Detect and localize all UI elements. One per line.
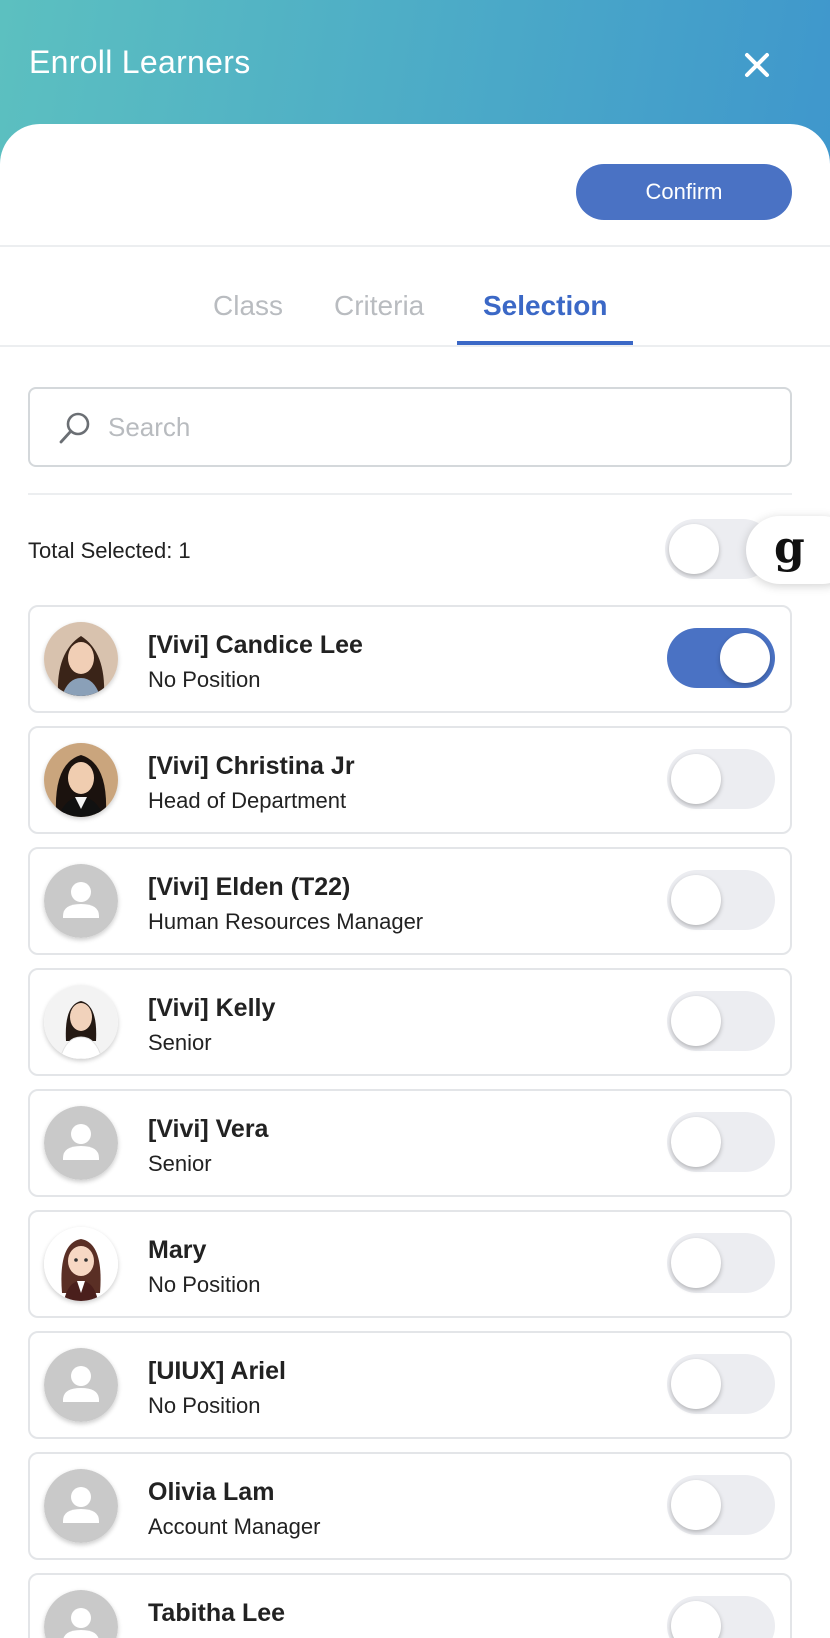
learner-position: Account Manager	[148, 1514, 321, 1539]
learner-card: Mary No Position	[28, 1210, 792, 1318]
learner-name: [Vivi] Elden (T22)	[148, 873, 351, 901]
total-selected-label: Total Selected: 1	[28, 538, 191, 563]
default-avatar-icon	[44, 1348, 118, 1422]
learner-name: [Vivi] Christina Jr	[148, 752, 355, 780]
learner-position: No Position	[148, 1393, 261, 1418]
learner-name: [Vivi] Candice Lee	[148, 631, 363, 659]
learner-position: No Position	[148, 1272, 261, 1297]
select-toggle-vivi-elden-t22[interactable]	[667, 870, 775, 930]
learner-list: [Vivi] Candice Lee No Position [Vivi] Chri…	[28, 605, 792, 1638]
learner-card: [Vivi] Vera Senior	[28, 1089, 792, 1197]
learner-name: [Vivi] Vera	[148, 1115, 269, 1143]
learner-card: Tabitha Lee	[28, 1573, 792, 1638]
tab-class[interactable]: Class	[213, 290, 283, 322]
select-toggle-uiux-ariel[interactable]	[667, 1354, 775, 1414]
avatar	[44, 985, 118, 1059]
learner-position: No Position	[148, 667, 261, 692]
grammarly-g-icon: g	[774, 522, 805, 573]
learner-name: Tabitha Lee	[148, 1599, 286, 1627]
learner-name: Olivia Lam	[148, 1478, 275, 1506]
default-avatar-icon	[44, 864, 118, 938]
learner-position: Senior	[148, 1151, 212, 1176]
toggle-knob	[720, 633, 770, 683]
divider	[0, 245, 830, 247]
avatar	[44, 1227, 118, 1301]
divider	[0, 345, 830, 347]
learner-card: [Vivi] Candice Lee No Position	[28, 605, 792, 713]
search-box	[28, 387, 792, 467]
learner-position: Senior	[148, 1030, 212, 1055]
avatar	[44, 622, 118, 696]
select-toggle-vivi-vera[interactable]	[667, 1112, 775, 1172]
toggle-knob	[671, 1359, 721, 1409]
default-avatar-icon	[44, 1469, 118, 1543]
select-toggle-mary[interactable]	[667, 1233, 775, 1293]
close-icon	[745, 53, 769, 77]
default-avatar-icon	[44, 1590, 118, 1638]
toggle-knob	[669, 524, 719, 574]
select-toggle-vivi-kelly[interactable]	[667, 991, 775, 1051]
select-toggle-vivi-candice-lee[interactable]	[667, 628, 775, 688]
close-button[interactable]	[738, 46, 776, 84]
learner-name: Mary	[148, 1236, 207, 1264]
default-avatar-icon	[44, 1106, 118, 1180]
toggle-knob	[671, 1117, 721, 1167]
select-toggle-olivia-lam[interactable]	[667, 1475, 775, 1535]
grammarly-button[interactable]: g	[746, 516, 830, 584]
toggle-knob	[671, 875, 721, 925]
confirm-button[interactable]: Confirm	[576, 164, 792, 220]
learner-position: Human Resources Manager	[148, 909, 424, 934]
tab-bar: Class Criteria Selection	[0, 280, 830, 350]
learner-card: [Vivi] Elden (T22) Human Resources Manage…	[28, 847, 792, 955]
search-input[interactable]	[108, 403, 768, 451]
learner-card: [UIUX] Ariel No Position	[28, 1331, 792, 1439]
select-toggle-tabitha-lee[interactable]	[667, 1596, 775, 1638]
tab-criteria[interactable]: Criteria	[334, 290, 424, 322]
select-toggle-vivi-christina-jr[interactable]	[667, 749, 775, 809]
modal-title: Enroll Learners	[29, 44, 251, 80]
avatar	[44, 743, 118, 817]
learner-card: [Vivi] Christina Jr Head of Department	[28, 726, 792, 834]
toggle-knob	[671, 996, 721, 1046]
search-icon	[59, 412, 90, 444]
toggle-knob	[671, 754, 721, 804]
learner-card: Olivia Lam Account Manager	[28, 1452, 792, 1560]
learner-name: [UIUX] Ariel	[148, 1357, 286, 1385]
toggle-knob	[671, 1601, 721, 1638]
toggle-knob	[671, 1480, 721, 1530]
toggle-knob	[671, 1238, 721, 1288]
learner-name: [Vivi] Kelly	[148, 994, 276, 1022]
learner-position: Head of Department	[148, 788, 347, 813]
divider	[28, 493, 792, 495]
learner-card: [Vivi] Kelly Senior	[28, 968, 792, 1076]
tab-selection[interactable]: Selection	[483, 290, 607, 322]
